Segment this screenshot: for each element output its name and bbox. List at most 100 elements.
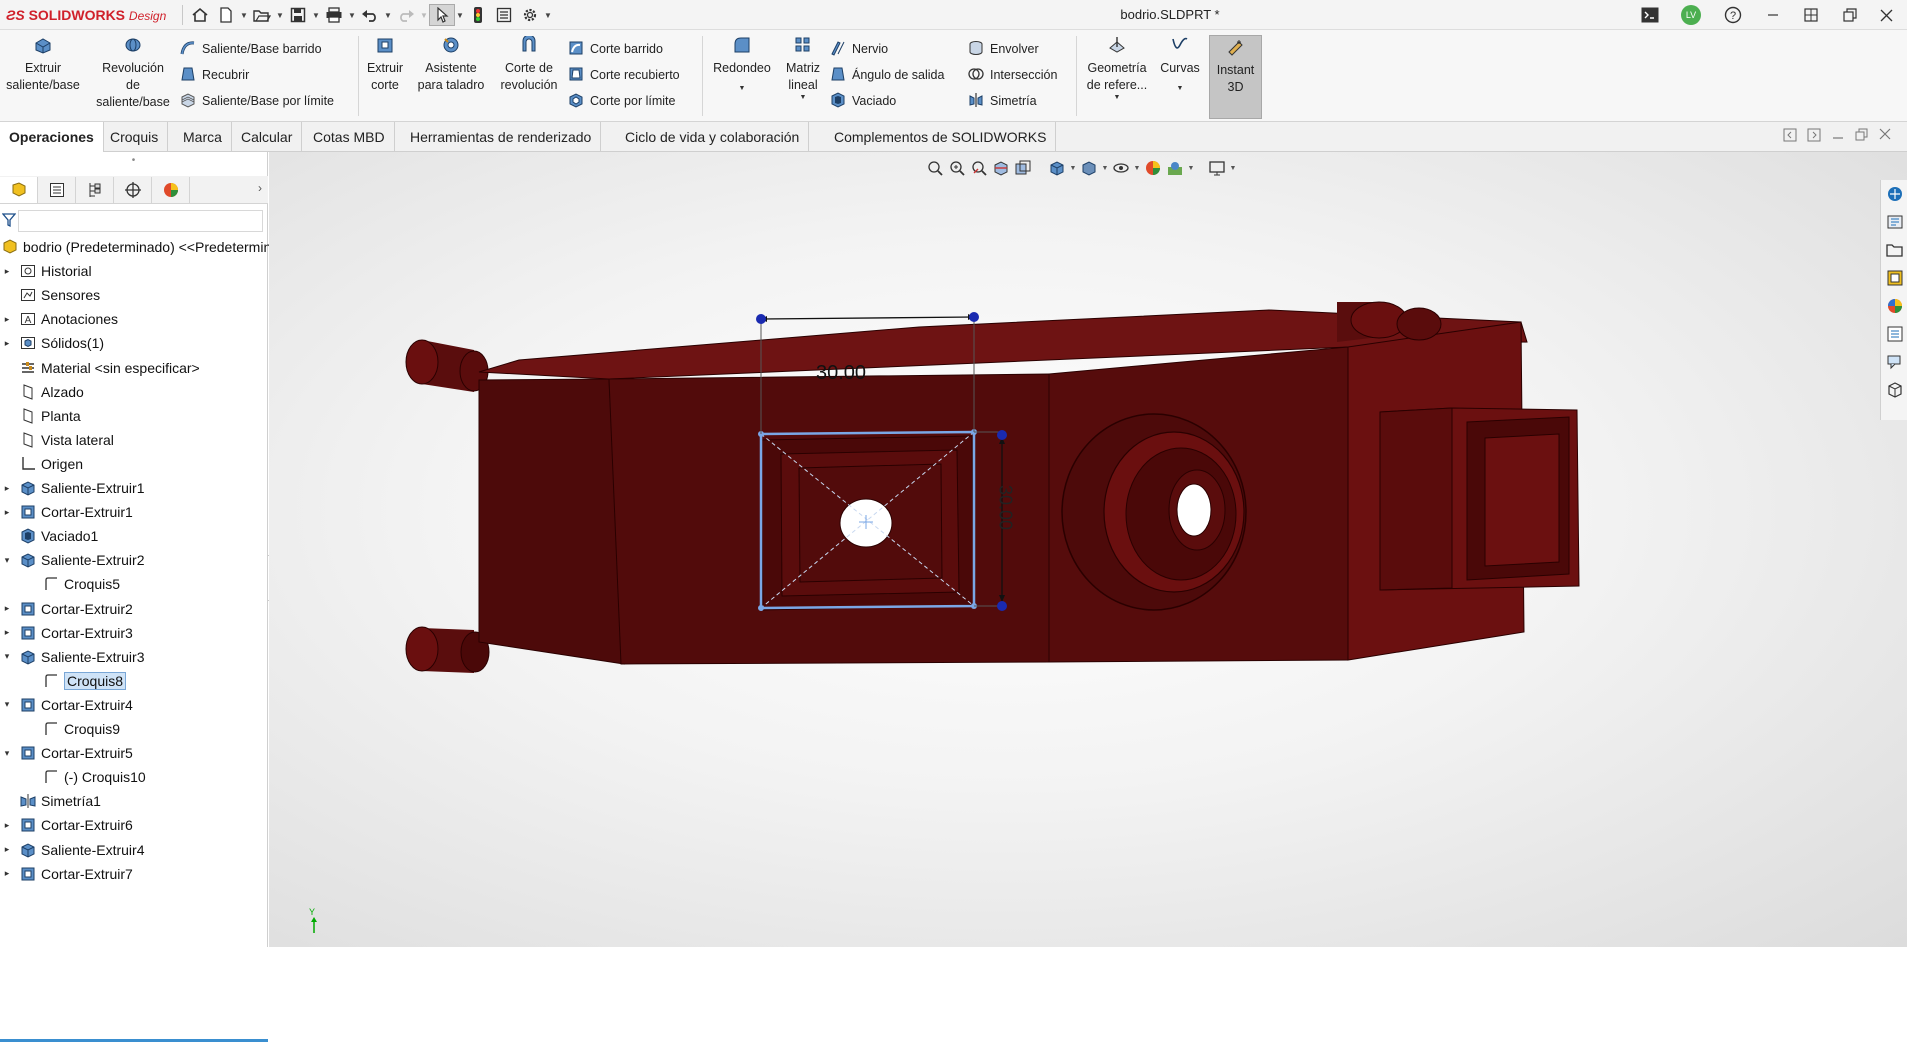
- design-library-icon[interactable]: [1881, 208, 1907, 236]
- panel-left-icon[interactable]: [1783, 128, 1797, 145]
- extrude-cut-button[interactable]: Extruir corte: [360, 36, 410, 94]
- chevron-down-icon[interactable]: ▼: [383, 4, 393, 26]
- tree-anotaciones[interactable]: ▸ A Anotaciones: [5, 308, 118, 330]
- tab-ciclo-de-vida[interactable]: Ciclo de vida y colaboración: [616, 122, 810, 152]
- rebuild-icon[interactable]: [465, 4, 491, 26]
- tree-saliente-extruir3[interactable]: ▾ Saliente-Extruir3: [5, 646, 145, 668]
- file-explorer-icon[interactable]: [1881, 236, 1907, 264]
- solidworks-logo[interactable]: ƧS SOLIDWORKS Design: [6, 7, 166, 23]
- display-manager-tab[interactable]: [152, 177, 190, 203]
- undo-icon[interactable]: [357, 4, 383, 26]
- tile-windows-icon[interactable]: [1798, 3, 1824, 27]
- file-properties-icon[interactable]: [491, 4, 517, 26]
- reference-geometry-button[interactable]: Geometría de refere... ▼: [1080, 36, 1154, 102]
- tree-cortar-extruir5[interactable]: ▾ Cortar-Extruir5: [5, 742, 133, 764]
- dimxpert-manager-tab[interactable]: [114, 177, 152, 203]
- new-file-icon[interactable]: [213, 4, 239, 26]
- tree-historial[interactable]: ▸ Historial: [5, 260, 92, 282]
- swept-cut-button[interactable]: Corte barrido: [568, 39, 663, 59]
- tree-sensores[interactable]: Sensores: [18, 284, 100, 306]
- tab-calcular[interactable]: Calcular: [232, 122, 303, 152]
- forum-icon[interactable]: [1881, 348, 1907, 376]
- lofted-cut-button[interactable]: Corte recubierto: [568, 65, 680, 85]
- instant3d-button[interactable]: Instant 3D: [1209, 35, 1262, 119]
- feature-manager-tab[interactable]: [0, 177, 38, 203]
- chevron-down-icon[interactable]: ▾: [2, 555, 12, 566]
- home-icon[interactable]: [187, 4, 213, 26]
- chevron-down-icon[interactable]: ▼: [347, 4, 357, 26]
- tree-cortar-extruir7[interactable]: ▸ Cortar-Extruir7: [5, 863, 133, 885]
- chevron-down-icon[interactable]: ▼: [455, 4, 465, 26]
- open-file-icon[interactable]: [249, 4, 275, 26]
- revolve-boss-button[interactable]: Revolución de saliente/base: [88, 36, 178, 111]
- tree-material[interactable]: Material <sin especificar>: [18, 357, 200, 379]
- loft-button[interactable]: Recubrir: [180, 65, 249, 85]
- shell-button[interactable]: Vaciado: [830, 91, 896, 111]
- tree-cortar-extruir2[interactable]: ▸ Cortar-Extruir2: [5, 598, 133, 620]
- select-icon[interactable]: [429, 4, 455, 26]
- part-model[interactable]: [269, 152, 1907, 947]
- chevron-right-icon[interactable]: ▸: [2, 483, 12, 494]
- chevron-down-icon[interactable]: ▼: [239, 4, 249, 26]
- tree-saliente-extruir4[interactable]: ▸ Saliente-Extruir4: [5, 839, 145, 861]
- chevron-right-icon[interactable]: ▸: [2, 266, 12, 277]
- hole-wizard-button[interactable]: Asistente para taladro: [410, 36, 492, 94]
- close-doc-icon[interactable]: [1879, 128, 1891, 145]
- chevron-right-icon[interactable]: ▸: [2, 314, 12, 325]
- custom-properties-icon[interactable]: [1881, 320, 1907, 348]
- tree-root-part[interactable]: bodrio (Predeterminado) <<Predeterminado…: [0, 236, 303, 258]
- tree-origen[interactable]: Origen: [18, 453, 83, 475]
- graphics-area[interactable]: ▼ ▼ ▼ ▼ ▼ 30.00 30.00 Y: [269, 152, 1907, 947]
- tab-croquis[interactable]: Croquis: [101, 122, 169, 152]
- draft-button[interactable]: Ángulo de salida: [830, 65, 944, 85]
- view-palette-icon[interactable]: [1881, 264, 1907, 292]
- panel-grip-handle[interactable]: •: [0, 152, 267, 172]
- filter-icon[interactable]: [1, 212, 17, 231]
- minimize-icon[interactable]: [1760, 3, 1786, 27]
- chevron-down-icon[interactable]: ▼: [706, 85, 778, 93]
- tree-croquis8[interactable]: Croquis8: [41, 670, 127, 692]
- wrap-button[interactable]: Envolver: [968, 39, 1039, 59]
- boundary-cut-button[interactable]: Corte por límite: [568, 91, 675, 111]
- tab-herramientas-renderizado[interactable]: Herramientas de renderizado: [401, 122, 602, 152]
- chevron-down-icon[interactable]: ▼: [419, 4, 429, 26]
- chevron-right-icon[interactable]: ▸: [2, 820, 12, 831]
- chevron-down-icon[interactable]: ▼: [543, 4, 553, 26]
- chevron-right-icon[interactable]: ▸: [2, 507, 12, 518]
- dimension-vertical-value[interactable]: 30.00: [995, 478, 1016, 538]
- tree-plane-planta[interactable]: Planta: [18, 405, 81, 427]
- print-icon[interactable]: [321, 4, 347, 26]
- chevron-down-icon[interactable]: ▼: [311, 4, 321, 26]
- tree-cortar-extruir3[interactable]: ▸ Cortar-Extruir3: [5, 622, 133, 644]
- filter-input[interactable]: [18, 210, 263, 232]
- chevron-down-icon[interactable]: ▼: [1080, 94, 1154, 102]
- tree-saliente-extruir2[interactable]: ▾ Saliente-Extruir2: [5, 549, 145, 571]
- tree-vaciado1[interactable]: Vaciado1: [18, 525, 98, 547]
- linear-pattern-button[interactable]: Matriz lineal ▼: [780, 36, 826, 102]
- chevron-right-icon[interactable]: ▸: [2, 338, 12, 349]
- chevron-down-icon[interactable]: ▼: [780, 94, 826, 102]
- chevron-right-icon[interactable]: ▸: [2, 627, 12, 638]
- tree-cortar-extruir1[interactable]: ▸ Cortar-Extruir1: [5, 501, 133, 523]
- help-icon[interactable]: ?: [1721, 3, 1745, 27]
- boundary-boss-button[interactable]: Saliente/Base por límite: [180, 91, 334, 111]
- options-gear-icon[interactable]: [517, 4, 543, 26]
- tree-cortar-extruir6[interactable]: ▸ Cortar-Extruir6: [5, 814, 133, 836]
- chevron-down-icon[interactable]: ▾: [2, 651, 12, 662]
- rib-button[interactable]: Nervio: [830, 39, 888, 59]
- restore-icon[interactable]: [1837, 3, 1863, 27]
- chevron-down-icon[interactable]: ▼: [1156, 85, 1204, 93]
- tree-cortar-extruir4[interactable]: ▾ Cortar-Extruir4: [5, 694, 133, 716]
- tree-plane-vista-lateral[interactable]: Vista lateral: [18, 429, 114, 451]
- appearances-icon[interactable]: [1881, 292, 1907, 320]
- tab-complementos[interactable]: Complementos de SOLIDWORKS: [825, 122, 1057, 152]
- chevron-right-icon[interactable]: ▸: [2, 868, 12, 879]
- chevron-right-icon[interactable]: ›: [258, 181, 262, 195]
- redo-icon[interactable]: [393, 4, 419, 26]
- dimension-horizontal-value[interactable]: 30.00: [806, 362, 876, 385]
- tree-plane-alzado[interactable]: Alzado: [18, 381, 84, 403]
- tab-operaciones[interactable]: Operaciones: [0, 122, 104, 152]
- save-icon[interactable]: [285, 4, 311, 26]
- fillet-button[interactable]: Redondeo ▼: [706, 36, 778, 93]
- solidworks-resources-icon[interactable]: [1881, 180, 1907, 208]
